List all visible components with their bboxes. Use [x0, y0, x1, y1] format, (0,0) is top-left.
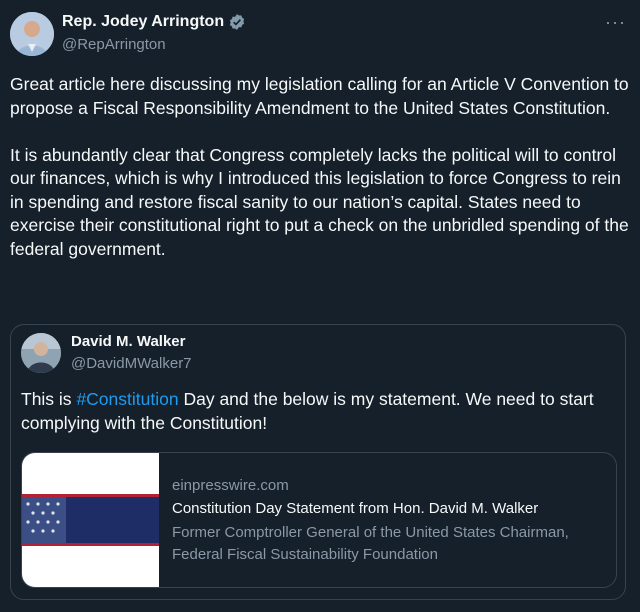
- quoted-author-handle[interactable]: @DavidMWalker7: [71, 355, 192, 372]
- quoted-tweet[interactable]: David M. Walker @DavidMWalker7 This is #…: [10, 324, 626, 600]
- card-title[interactable]: Constitution Day Statement from Hon. Dav…: [172, 500, 538, 517]
- card-description: Former Comptroller General of the United…: [172, 524, 569, 563]
- author-name-label: Rep. Jodey Arrington: [62, 13, 225, 30]
- stars-icon: [22, 497, 66, 543]
- link-card[interactable]: FEDERAL FISCAL SUSTAINABILITY FOUNDATION…: [21, 452, 617, 588]
- tweet-text: Great article here discussing my legisla…: [10, 74, 629, 259]
- quoted-text-before: This is: [21, 389, 77, 409]
- card-domain: einpresswire.com: [172, 477, 289, 494]
- flag-stripe-bottom: [22, 543, 159, 546]
- quoted-tweet-text: This is #Constitution Day and the below …: [21, 388, 617, 435]
- hashtag-link[interactable]: #Constitution: [76, 389, 178, 409]
- quoted-author-avatar[interactable]: [21, 333, 61, 373]
- quoted-author-name[interactable]: David M. Walker: [71, 333, 185, 350]
- author-name[interactable]: Rep. Jodey Arrington: [62, 13, 246, 31]
- foundation-logo-text: FEDERAL FISCAL SUSTAINABILITY FOUNDATION: [72, 544, 150, 576]
- more-options-icon[interactable]: ···: [605, 12, 626, 33]
- tweet[interactable]: Rep. Jodey Arrington @RepArrington ··· G…: [0, 0, 640, 612]
- verified-badge-icon: [229, 14, 245, 30]
- foundation-logo-banner: FEDERAL FISCAL SUSTAINABILITY FOUNDATION: [22, 497, 159, 576]
- author-handle[interactable]: @RepArrington: [62, 36, 166, 53]
- card-thumbnail[interactable]: FEDERAL FISCAL SUSTAINABILITY FOUNDATION: [22, 453, 159, 587]
- author-avatar[interactable]: [10, 12, 54, 56]
